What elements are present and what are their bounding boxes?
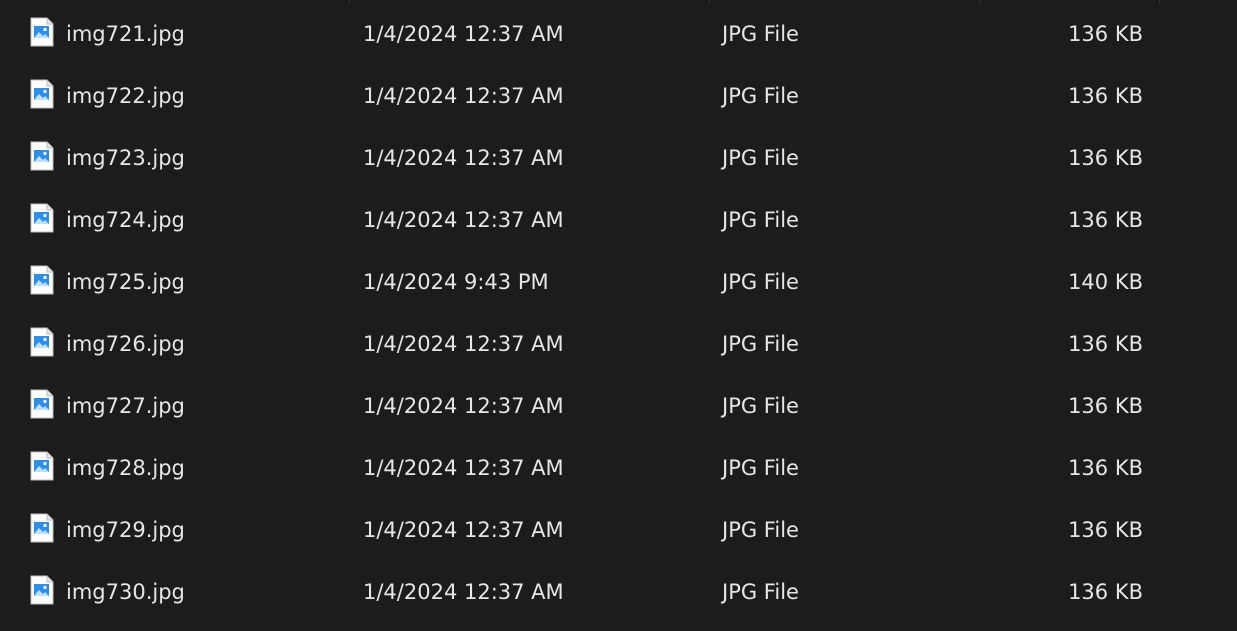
- image-file-icon: [30, 17, 54, 47]
- file-size: 136 KB: [1068, 394, 1143, 418]
- file-type: JPG File: [722, 580, 799, 604]
- date-modified: 1/4/2024 12:37 AM: [363, 146, 564, 170]
- file-row[interactable]: img724.jpg 1/4/2024 12:37 AM JPG File 13…: [0, 189, 1237, 251]
- date-modified: 1/4/2024 12:37 AM: [363, 580, 564, 604]
- image-file-icon: [30, 389, 54, 419]
- file-name-cell[interactable]: img729.jpg: [30, 499, 350, 561]
- image-file-icon: [30, 327, 54, 357]
- image-file-icon: [30, 575, 54, 605]
- date-modified: 1/4/2024 12:37 AM: [363, 456, 564, 480]
- file-row[interactable]: img726.jpg 1/4/2024 12:37 AM JPG File 13…: [0, 313, 1237, 375]
- file-size: 136 KB: [1068, 456, 1143, 480]
- file-name: img721.jpg: [66, 22, 185, 46]
- file-type: JPG File: [722, 518, 799, 542]
- file-name: img724.jpg: [66, 208, 185, 232]
- file-name: img722.jpg: [66, 84, 185, 108]
- file-type: JPG File: [722, 146, 799, 170]
- file-type: JPG File: [722, 208, 799, 232]
- file-size: 136 KB: [1068, 332, 1143, 356]
- date-modified: 1/4/2024 12:37 AM: [363, 208, 564, 232]
- file-type: JPG File: [722, 332, 799, 356]
- file-type: JPG File: [722, 84, 799, 108]
- file-type: JPG File: [722, 22, 799, 46]
- file-size: 136 KB: [1068, 208, 1143, 232]
- file-type: JPG File: [722, 394, 799, 418]
- file-name-cell[interactable]: img723.jpg: [30, 127, 350, 189]
- file-name-cell[interactable]: img728.jpg: [30, 437, 350, 499]
- file-row[interactable]: img729.jpg 1/4/2024 12:37 AM JPG File 13…: [0, 499, 1237, 561]
- file-name: img727.jpg: [66, 394, 185, 418]
- file-name-cell[interactable]: img725.jpg: [30, 251, 350, 313]
- image-file-icon: [30, 451, 54, 481]
- image-file-icon: [30, 265, 54, 295]
- file-name-cell[interactable]: img722.jpg: [30, 65, 350, 127]
- image-file-icon: [30, 141, 54, 171]
- file-list: img721.jpg 1/4/2024 12:37 AM JPG File 13…: [0, 3, 1237, 623]
- file-type: JPG File: [722, 456, 799, 480]
- file-size: 136 KB: [1068, 22, 1143, 46]
- file-size: 136 KB: [1068, 146, 1143, 170]
- image-file-icon: [30, 513, 54, 543]
- file-name: img723.jpg: [66, 146, 185, 170]
- file-size: 136 KB: [1068, 580, 1143, 604]
- date-modified: 1/4/2024 12:37 AM: [363, 394, 564, 418]
- file-row[interactable]: img727.jpg 1/4/2024 12:37 AM JPG File 13…: [0, 375, 1237, 437]
- file-name-cell[interactable]: img726.jpg: [30, 313, 350, 375]
- file-name-cell[interactable]: img727.jpg: [30, 375, 350, 437]
- file-name: img725.jpg: [66, 270, 185, 294]
- file-row[interactable]: img722.jpg 1/4/2024 12:37 AM JPG File 13…: [0, 65, 1237, 127]
- file-name: img728.jpg: [66, 456, 185, 480]
- image-file-icon: [30, 203, 54, 233]
- file-name: img729.jpg: [66, 518, 185, 542]
- date-modified: 1/4/2024 9:43 PM: [363, 270, 549, 294]
- file-type: JPG File: [722, 270, 799, 294]
- file-size: 140 KB: [1068, 270, 1143, 294]
- file-name-cell[interactable]: img721.jpg: [30, 3, 350, 65]
- file-row[interactable]: img730.jpg 1/4/2024 12:37 AM JPG File 13…: [0, 561, 1237, 623]
- file-size: 136 KB: [1068, 518, 1143, 542]
- file-name: img726.jpg: [66, 332, 185, 356]
- date-modified: 1/4/2024 12:37 AM: [363, 332, 564, 356]
- image-file-icon: [30, 79, 54, 109]
- file-name-cell[interactable]: img724.jpg: [30, 189, 350, 251]
- date-modified: 1/4/2024 12:37 AM: [363, 22, 564, 46]
- file-name-cell[interactable]: img730.jpg: [30, 561, 350, 623]
- file-row[interactable]: img725.jpg 1/4/2024 9:43 PM JPG File 140…: [0, 251, 1237, 313]
- file-row[interactable]: img721.jpg 1/4/2024 12:37 AM JPG File 13…: [0, 3, 1237, 65]
- date-modified: 1/4/2024 12:37 AM: [363, 84, 564, 108]
- file-name: img730.jpg: [66, 580, 185, 604]
- date-modified: 1/4/2024 12:37 AM: [363, 518, 564, 542]
- file-row[interactable]: img723.jpg 1/4/2024 12:37 AM JPG File 13…: [0, 127, 1237, 189]
- file-row[interactable]: img728.jpg 1/4/2024 12:37 AM JPG File 13…: [0, 437, 1237, 499]
- file-size: 136 KB: [1068, 84, 1143, 108]
